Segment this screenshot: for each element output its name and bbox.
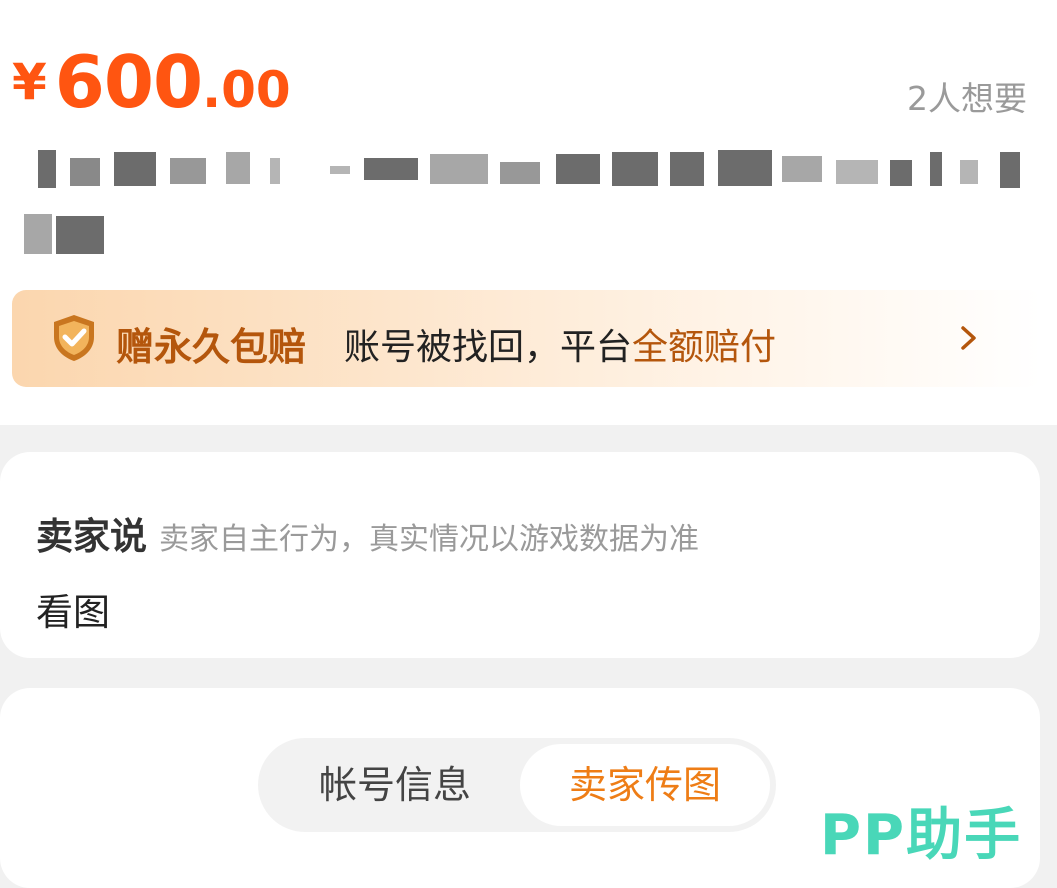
seller-note: 卖家自主行为，真实情况以游戏数据为准	[159, 522, 699, 557]
view-images-link[interactable]: 看图	[36, 582, 110, 636]
price-currency: ¥	[12, 53, 47, 111]
guarantee-title: 赠永久包赔	[116, 325, 307, 369]
guarantee-desc-highlight: 全额赔付	[632, 327, 777, 368]
want-count: 2人想要	[907, 79, 1027, 118]
product-summary: ¥600.00 2人想要 赠永久包赔 账号被找回，平台全额赔付	[0, 0, 1057, 425]
watermark-logo: PP助手	[820, 803, 1023, 868]
blurred-title	[24, 140, 1030, 260]
price-decimal: .00	[202, 61, 291, 119]
guarantee-desc: 账号被找回，平台全额赔付	[344, 318, 776, 370]
guarantee-desc-prefix: 账号被找回，平台	[344, 327, 633, 368]
seller-header: 卖家说 卖家自主行为，真实情况以游戏数据为准	[36, 506, 699, 560]
shield-check-icon	[54, 315, 94, 361]
seller-card: 卖家说 卖家自主行为，真实情况以游戏数据为准 看图	[0, 452, 1040, 658]
price-integer: 600	[54, 40, 203, 124]
tab-seller-photos[interactable]: 卖家传图	[520, 744, 770, 826]
detail-tabs: 帐号信息 卖家传图	[258, 738, 776, 832]
guarantee-banner[interactable]: 赠永久包赔 账号被找回，平台全额赔付	[12, 290, 1042, 387]
price: ¥600.00	[12, 40, 291, 124]
tab-account-info[interactable]: 帐号信息	[272, 744, 518, 826]
chevron-right-icon	[961, 326, 976, 350]
seller-title: 卖家说	[36, 515, 147, 558]
